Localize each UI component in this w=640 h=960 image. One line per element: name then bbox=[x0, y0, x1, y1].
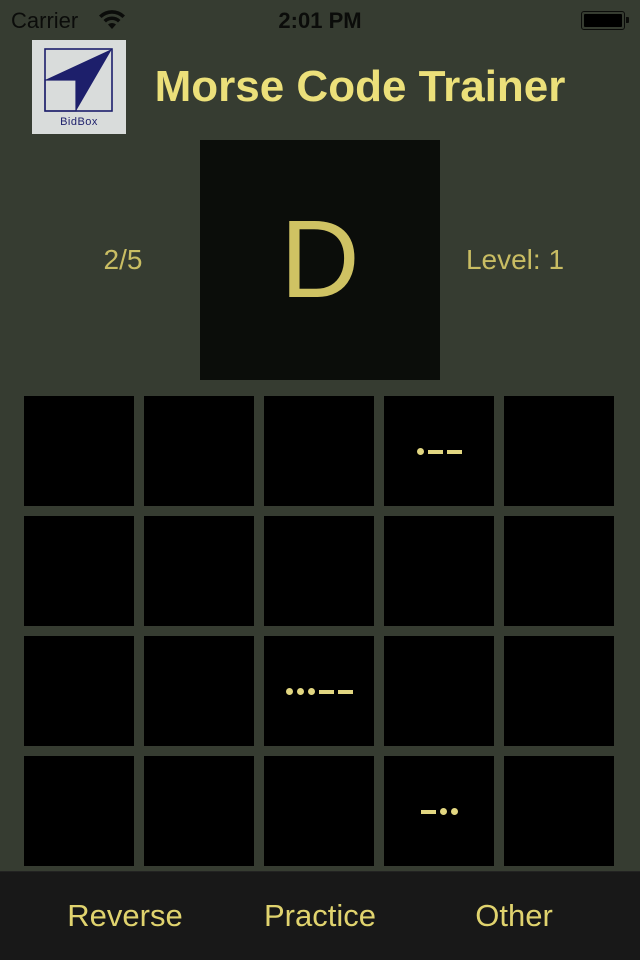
progress-counter: 2/5 bbox=[103, 244, 143, 275]
current-letter-box: D bbox=[200, 140, 440, 380]
morse-code bbox=[285, 687, 353, 695]
status-bar: Carrier 2:01 PM bbox=[0, 0, 640, 40]
answer-cell[interactable] bbox=[504, 516, 614, 626]
answer-grid bbox=[24, 396, 614, 866]
battery-nub bbox=[626, 17, 629, 23]
morse-dot bbox=[285, 687, 293, 695]
answer-cell[interactable] bbox=[384, 636, 494, 746]
answer-cell[interactable] bbox=[24, 396, 134, 506]
answer-cell[interactable] bbox=[264, 516, 374, 626]
morse-code bbox=[420, 807, 458, 815]
answer-cell[interactable] bbox=[144, 756, 254, 866]
morse-dash bbox=[427, 449, 443, 454]
morse-dash bbox=[337, 689, 353, 694]
answer-cell[interactable] bbox=[24, 636, 134, 746]
answer-cell[interactable] bbox=[144, 636, 254, 746]
answer-cell[interactable] bbox=[504, 396, 614, 506]
morse-dot bbox=[450, 807, 458, 815]
answer-cell[interactable] bbox=[504, 756, 614, 866]
morse-dot bbox=[296, 687, 304, 695]
answer-cell[interactable] bbox=[384, 516, 494, 626]
app-title: Morse Code Trainer bbox=[154, 62, 566, 111]
morse-dash bbox=[446, 449, 462, 454]
level-indicator: Level: 1 bbox=[465, 244, 565, 275]
morse-dash bbox=[318, 689, 334, 694]
answer-cell[interactable] bbox=[24, 756, 134, 866]
morse-code bbox=[416, 447, 462, 455]
current-letter: D bbox=[280, 198, 360, 321]
answer-cell[interactable] bbox=[384, 396, 494, 506]
morse-dot bbox=[307, 687, 315, 695]
answer-cell[interactable] bbox=[384, 756, 494, 866]
answer-cell[interactable] bbox=[264, 636, 374, 746]
battery-fill bbox=[584, 14, 622, 27]
morse-dot bbox=[416, 447, 424, 455]
answer-cell[interactable] bbox=[144, 396, 254, 506]
answer-cell[interactable] bbox=[264, 396, 374, 506]
battery-icon bbox=[581, 11, 629, 30]
answer-cell[interactable] bbox=[504, 636, 614, 746]
tab-bar: Reverse Practice Other bbox=[0, 871, 640, 960]
morse-dash bbox=[420, 809, 436, 814]
tab-reverse[interactable]: Reverse bbox=[40, 898, 210, 934]
tab-other[interactable]: Other bbox=[429, 898, 599, 934]
clock: 2:01 PM bbox=[278, 8, 362, 33]
answer-cell[interactable] bbox=[144, 516, 254, 626]
logo-text: BidBox bbox=[60, 116, 98, 128]
bidbox-logo: BidBox bbox=[32, 40, 126, 134]
morse-dot bbox=[439, 807, 447, 815]
answer-cell[interactable] bbox=[264, 756, 374, 866]
answer-cell[interactable] bbox=[24, 516, 134, 626]
tab-practice[interactable]: Practice bbox=[235, 898, 405, 934]
